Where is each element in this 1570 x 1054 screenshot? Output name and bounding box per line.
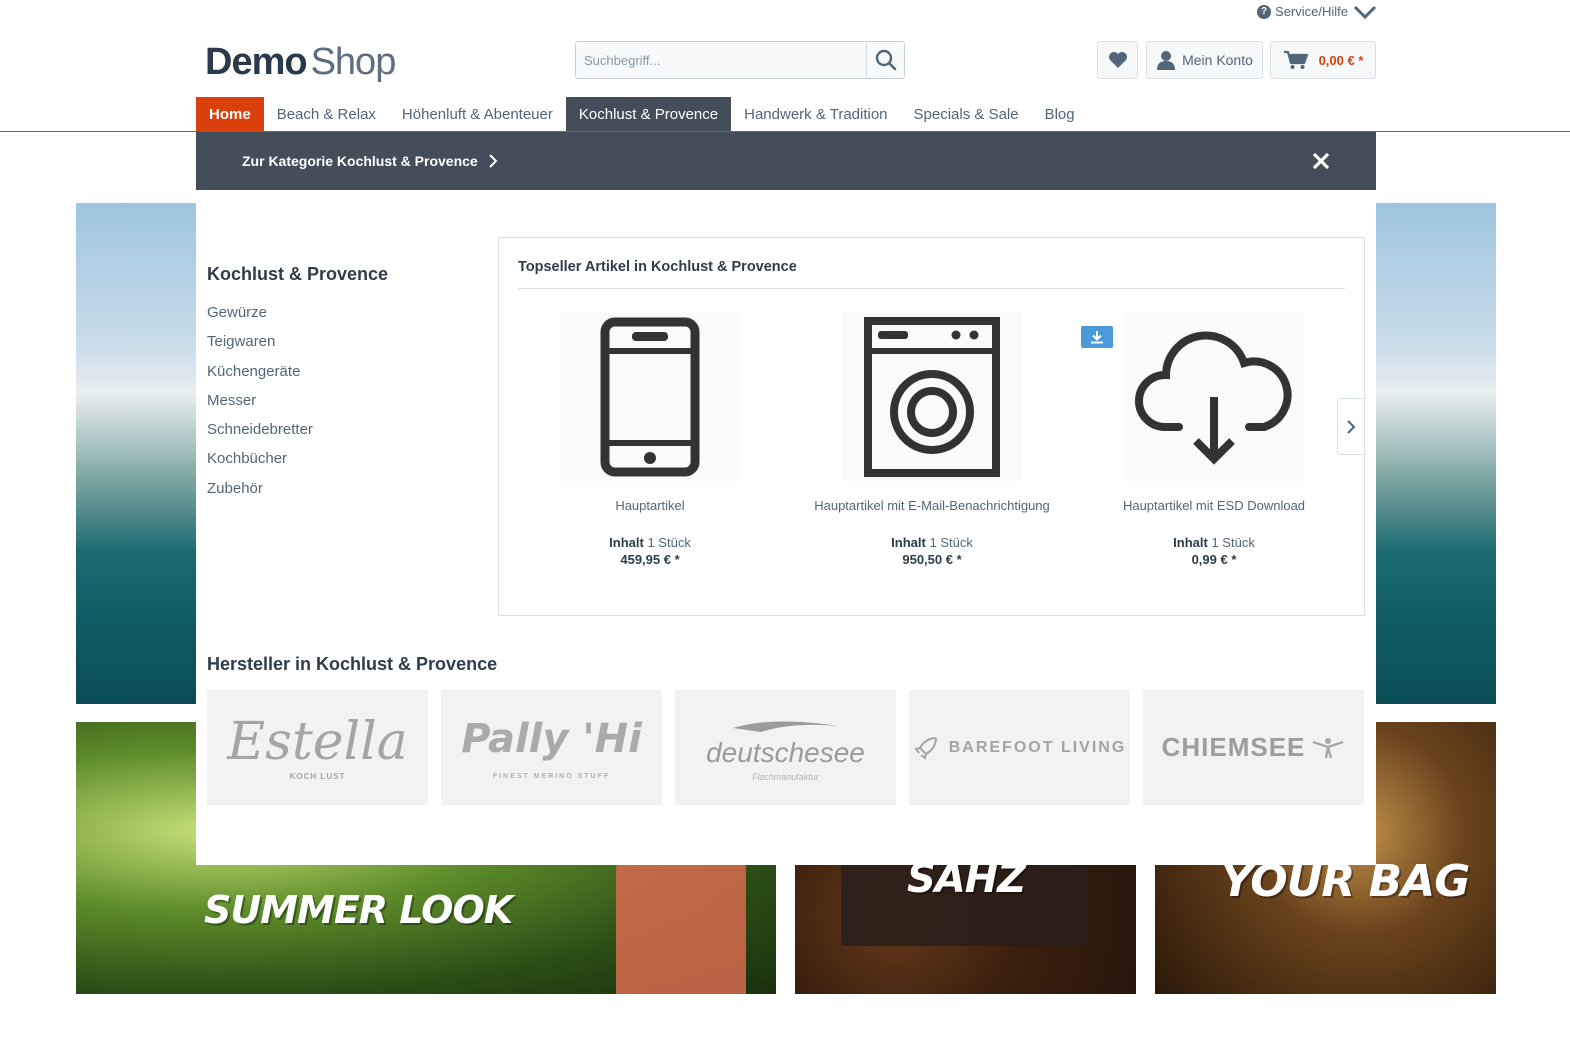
cart-amount: 0,00 € * (1318, 52, 1364, 68)
manufacturer-chiemsee[interactable]: CHIEMSEE (1143, 690, 1364, 805)
content-value: 1 Stück (647, 535, 691, 550)
manufacturer-tagline: FINEST MERINO STUFF (492, 773, 611, 780)
product-content: Inhalt 1 Stück (791, 535, 1073, 550)
category-title[interactable]: Kochlust & Provence (207, 264, 388, 285)
shop-logo[interactable]: Demo Shop (205, 40, 397, 84)
content-value: 1 Stück (1211, 535, 1255, 550)
manufacturer-deutschesee[interactable]: deutschesee Fischmanufaktur (675, 690, 896, 805)
nav-item-kochlust-provence[interactable]: Kochlust & Provence (565, 97, 732, 132)
my-account-label: Mein Konto (1182, 52, 1253, 68)
search-box (575, 41, 905, 79)
chevron-right-icon (489, 154, 498, 168)
subcategory-item[interactable]: Schneidebretter (207, 415, 313, 444)
banner-summer-text: SUMMER LOOK (204, 888, 513, 932)
manufacturer-name: BAREFOOT LIVING (948, 738, 1127, 756)
manufacturer-name: deutschesee (706, 736, 865, 768)
nav-item-home[interactable]: Home (196, 97, 264, 132)
smartphone-icon (600, 317, 700, 477)
nav-item-handwerk-tradition[interactable]: Handwerk & Tradition (731, 97, 900, 132)
cloud-download-icon (1135, 331, 1292, 465)
mega-menu-panel: Kochlust & Provence Gewürze Teigwaren Kü… (196, 190, 1376, 865)
manufacturer-pally-hi[interactable]: Pally 'Hi FINEST MERINO STUFF (441, 690, 662, 805)
logo-part-demo: Demo (205, 41, 308, 83)
nav-item-specials-sale[interactable]: Specials & Sale (901, 97, 1032, 132)
product-content: Inhalt 1 Stück (509, 535, 791, 550)
nav-item-beach-relax[interactable]: Beach & Relax (264, 97, 389, 132)
content-label: Inhalt (1173, 535, 1208, 550)
esd-badge (1081, 326, 1113, 348)
manufacturer-barefoot-living[interactable]: BAREFOOT LIVING (909, 690, 1130, 805)
subcategory-item[interactable]: Zubehör (207, 474, 313, 503)
manufacturer-name: CHIEMSEE (1161, 732, 1306, 762)
product-price: 950,50 € * (902, 552, 962, 567)
heart-icon (1108, 52, 1127, 68)
mega-menu-header: Zur Kategorie Kochlust & Provence (196, 132, 1376, 190)
product-image[interactable] (842, 313, 1022, 481)
product-price: 459,95 € * (620, 552, 680, 567)
manufacturer-title: Hersteller in Kochlust & Provence (207, 654, 498, 674)
manufacturer-name: Pally 'Hi (461, 716, 642, 762)
search-icon (875, 49, 896, 71)
question-icon: ? (1257, 4, 1272, 19)
manufacturer-tagline: Fischmanufaktur (752, 771, 819, 782)
subcategory-item[interactable]: Kochbücher (207, 444, 313, 473)
topseller-box: Topseller Artikel in Kochlust & Provence… (498, 237, 1365, 616)
service-label: Service/Hilfe (1275, 4, 1348, 19)
product-content: Inhalt 1 Stück (1073, 535, 1355, 550)
my-account-button[interactable]: Mein Konto (1146, 41, 1263, 79)
washing-machine-icon (864, 317, 1000, 477)
cart-button[interactable]: 0,00 € * (1270, 41, 1376, 79)
subcategory-list: Gewürze Teigwaren Küchengeräte Messer Sc… (207, 298, 313, 503)
topseller-title: Topseller Artikel in Kochlust & Provence (518, 259, 797, 275)
chevron-right-icon (1347, 419, 1356, 434)
search-button[interactable] (866, 42, 904, 78)
rocket-logo-icon (914, 736, 937, 760)
subcategory-item[interactable]: Messer (207, 386, 313, 415)
main-navigation: Home Beach & Relax Höhenluft & Abenteuer… (196, 97, 1088, 132)
content-value: 1 Stück (929, 535, 973, 550)
nav-item-hoehenluft-abenteuer[interactable]: Höhenluft & Abenteuer (389, 97, 566, 132)
jumping-figure-icon (1313, 737, 1344, 758)
manufacturer-list: Estella KOCH LUST Pally 'Hi FINEST MERIN… (207, 690, 1364, 805)
chevron-down-icon[interactable] (1352, 4, 1378, 22)
wishlist-button[interactable] (1097, 41, 1138, 79)
product-card[interactable]: Hauptartikel mit ESD Download Inhalt 1 S… (1073, 313, 1355, 567)
manufacturer-tagline: KOCH LUST (289, 772, 346, 781)
product-image[interactable] (560, 313, 740, 481)
manufacturer-name: Estella (227, 712, 408, 772)
slider-next-button[interactable] (1337, 398, 1365, 455)
nav-item-blog[interactable]: Blog (1032, 97, 1088, 132)
product-name[interactable]: Hauptartikel mit E-Mail-Benachrichtigung (791, 498, 1073, 513)
subcategory-item[interactable]: Küchengeräte (207, 357, 313, 386)
content-label: Inhalt (891, 535, 926, 550)
topseller-divider (518, 288, 1345, 289)
to-category-label: Zur Kategorie Kochlust & Provence (242, 153, 478, 169)
logo-part-shop: Shop (310, 41, 397, 83)
manufacturer-estella[interactable]: Estella KOCH LUST (207, 690, 428, 805)
product-name[interactable]: Hauptartikel mit ESD Download (1073, 498, 1355, 513)
wave-logo-icon (732, 720, 839, 732)
close-icon[interactable] (1310, 150, 1332, 172)
cart-icon (1283, 50, 1308, 69)
to-category-link[interactable]: Zur Kategorie Kochlust & Provence (242, 153, 498, 169)
content-label: Inhalt (609, 535, 644, 550)
product-image[interactable] (1124, 313, 1304, 481)
subcategory-item[interactable]: Teigwaren (207, 327, 313, 356)
subcategory-item[interactable]: Gewürze (207, 298, 313, 327)
product-price: 0,99 € * (1191, 552, 1237, 567)
service-help-link[interactable]: ? Service/Hilfe (1257, 4, 1348, 19)
product-card[interactable]: Hauptartikel Inhalt 1 Stück 459,95 € * (509, 313, 791, 567)
download-icon (1091, 331, 1103, 344)
product-card[interactable]: Hauptartikel mit E-Mail-Benachrichtigung… (791, 313, 1073, 567)
search-input[interactable] (576, 42, 866, 78)
product-name[interactable]: Hauptartikel (509, 498, 791, 513)
user-icon (1157, 51, 1176, 70)
